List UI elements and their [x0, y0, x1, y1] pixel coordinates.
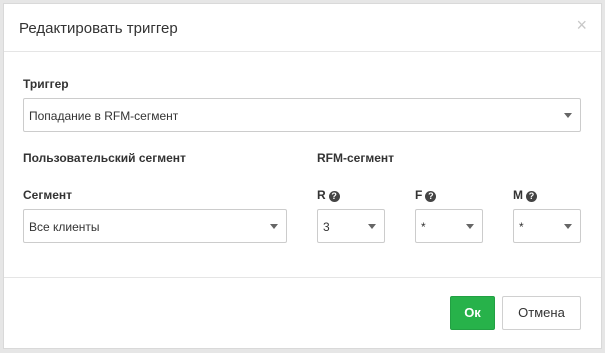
trigger-select-value: Попадание в RFM-сегмент	[29, 109, 179, 123]
rfm-segment-section-title: RFM-сегмент	[317, 151, 395, 165]
rfm-f-select-value: *	[421, 220, 426, 234]
trigger-select[interactable]: Попадание в RFM-сегмент	[23, 98, 581, 132]
segment-select[interactable]: Все клиенты	[23, 209, 287, 243]
chevron-down-icon	[270, 224, 278, 229]
rfm-f-label: F	[415, 188, 423, 202]
chevron-down-icon	[368, 224, 376, 229]
trigger-label: Триггер	[23, 77, 69, 91]
cancel-button[interactable]: Отмена	[502, 296, 581, 330]
chevron-down-icon	[564, 113, 572, 118]
rfm-r-label: R	[317, 188, 326, 202]
user-segment-section-title: Пользовательский сегмент	[23, 151, 186, 165]
footer-divider	[4, 277, 601, 278]
close-icon[interactable]: ×	[576, 16, 587, 34]
rfm-r-select[interactable]: 3	[317, 209, 385, 243]
ok-button[interactable]: Ок	[450, 296, 495, 330]
rfm-f-select[interactable]: *	[415, 209, 483, 243]
segment-label: Сегмент	[23, 188, 73, 202]
help-icon[interactable]: ?	[526, 191, 537, 202]
help-icon[interactable]: ?	[328, 191, 340, 202]
dialog-title: Редактировать триггер	[19, 20, 178, 37]
rfm-m-label-wrap: M?	[513, 188, 537, 202]
rfm-f-label-wrap: F?	[415, 188, 437, 202]
rfm-r-label-wrap: R?	[317, 188, 340, 202]
rfm-r-select-value: 3	[323, 220, 330, 234]
edit-trigger-dialog: Редактировать триггер × Триггер Попадани…	[3, 3, 602, 349]
rfm-m-select-value: *	[519, 220, 524, 234]
chevron-down-icon	[564, 224, 572, 229]
dialog-header: Редактировать триггер ×	[4, 4, 601, 52]
help-icon[interactable]: ?	[425, 191, 437, 202]
chevron-down-icon	[466, 224, 474, 229]
rfm-m-select[interactable]: *	[513, 209, 581, 243]
rfm-m-label: M	[513, 188, 523, 202]
segment-select-value: Все клиенты	[29, 220, 100, 234]
